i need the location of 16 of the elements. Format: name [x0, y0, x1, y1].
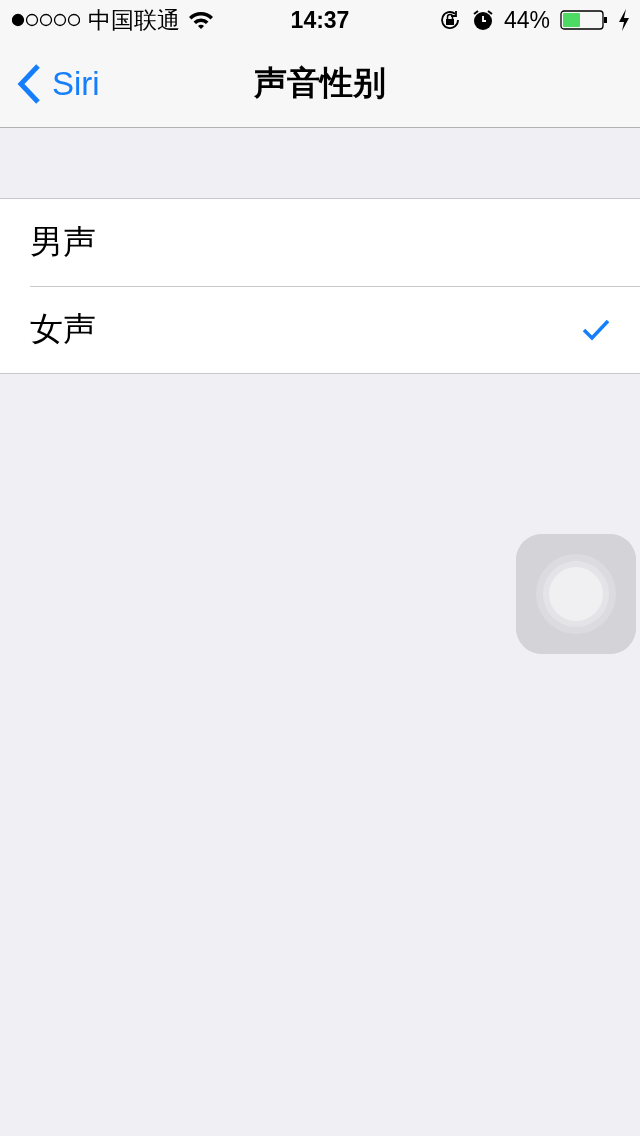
option-label: 女声	[30, 309, 96, 349]
back-button[interactable]: Siri	[0, 61, 106, 106]
battery-icon	[560, 10, 608, 30]
option-label: 男声	[30, 222, 96, 262]
clock-time: 14:37	[290, 6, 350, 34]
charging-icon	[618, 9, 630, 31]
chevron-left-icon	[16, 62, 42, 105]
wifi-icon	[188, 10, 214, 30]
alarm-icon	[471, 9, 494, 31]
voice-option[interactable]: 男声	[0, 199, 640, 286]
carrier-name: 中国联通	[88, 5, 180, 35]
battery-percent: 44%	[503, 6, 550, 34]
voice-option[interactable]: 女声	[0, 286, 640, 373]
page-title: 声音性别	[254, 63, 386, 103]
checkmark-icon	[582, 318, 610, 341]
signal-icon	[12, 13, 80, 27]
